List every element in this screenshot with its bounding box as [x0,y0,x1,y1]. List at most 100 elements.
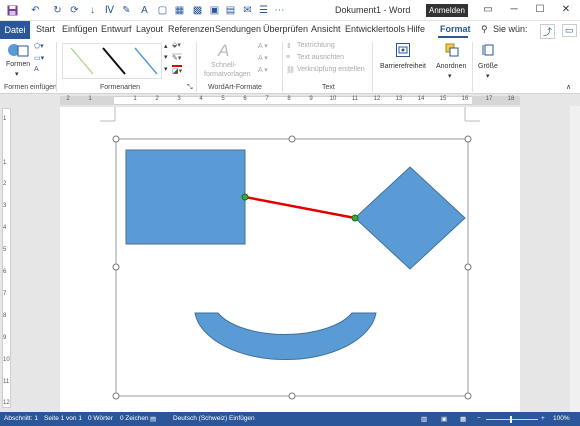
minimize-icon[interactable]: ─ [504,2,524,18]
table-icon[interactable]: ▦ [172,3,187,18]
vertical-ruler[interactable] [2,108,11,408]
zoom-out-icon[interactable]: − [477,415,481,422]
status-chars[interactable]: 0 Zeichen [120,415,149,422]
align-text-icon[interactable]: ≡ [286,54,290,61]
tab-review[interactable]: Überprüfen [263,24,308,34]
rectangle-shape[interactable] [125,149,246,245]
alt-text-icon[interactable] [396,43,410,57]
status-words[interactable]: 0 Wörter [88,415,113,422]
accessibility-button[interactable]: Barrierefreiheit [380,63,426,70]
share-icon[interactable]: ⤴ [540,24,556,39]
size-dropdown-icon[interactable]: ▾ [486,72,490,80]
drawing-canvas[interactable] [60,107,520,412]
arrow-down-icon[interactable]: ↓ [85,3,100,18]
shapes-dropdown-icon[interactable]: ▾ [15,70,19,78]
status-page[interactable]: Seite 1 von 1 [44,415,82,422]
quick-styles-icon[interactable]: A [218,41,240,61]
edit-shape-icon[interactable]: ⬠▾ [34,42,44,50]
grid-icon[interactable]: ▩ [190,3,205,18]
gallery-scroll-down[interactable]: ▾ [164,53,168,61]
text-outline-icon[interactable]: A ▾ [258,54,268,62]
refresh-icon[interactable]: ⟳ [67,3,82,18]
tab-view[interactable]: Ansicht [311,24,341,34]
zoom-level[interactable]: 100% [553,415,570,422]
gallery-more[interactable]: ▾ [164,65,168,73]
arrange-icon[interactable] [445,43,459,57]
image-icon[interactable]: ▣ [207,3,222,18]
align-text-button[interactable]: Text ausrichten [297,54,344,61]
draw-icon[interactable]: ✎ [119,3,134,18]
quick-styles-label-1[interactable]: Schnell- [211,62,236,69]
text-fill-icon[interactable]: A ▾ [258,42,268,50]
text-effects-icon[interactable]: A ▾ [258,66,268,74]
connector-handle-end[interactable] [351,214,359,222]
tab-design[interactable]: Entwurf [101,24,132,34]
document-page[interactable] [60,107,520,412]
email-icon[interactable]: ✉ [240,3,255,18]
signin-button[interactable]: Anmelden [426,4,468,17]
arrange-button[interactable]: Anordnen [436,63,466,70]
arrange-dropdown-icon[interactable]: ▾ [448,72,452,80]
comments-icon[interactable]: ▭ [562,24,577,37]
draw-textbox-icon[interactable]: A [34,66,39,73]
selection-handle[interactable] [288,392,296,400]
tab-layout[interactable]: Layout [136,24,163,34]
block-arc-shape[interactable] [194,312,377,361]
more-icon[interactable]: ⋯ [272,3,287,18]
size-button[interactable]: Größe [478,63,498,70]
status-language[interactable]: Deutsch (Schweiz) [173,415,227,422]
tab-start[interactable]: Start [36,24,55,34]
tab-help[interactable]: Hilfe [407,24,425,34]
tab-file[interactable]: Datei [0,21,30,39]
selection-handle[interactable] [464,263,472,271]
shape-outline-icon[interactable]: ✎▾ [172,54,181,62]
shapes-button[interactable]: Formen [6,61,30,68]
selection-handle[interactable] [464,392,472,400]
shape-effects-icon[interactable]: ◪▾ [172,67,182,75]
selection-handle[interactable] [112,135,120,143]
shapes-icon[interactable]: ▢ [155,3,170,18]
maximize-icon[interactable]: ☐ [530,2,550,18]
picture-icon[interactable]: ▤ [223,3,238,18]
shape-fill-icon[interactable]: ⬙▾ [172,41,181,49]
shape-styles-gallery[interactable] [62,43,162,79]
text-direction-icon[interactable]: ⇕ [286,42,292,50]
zoom-slider[interactable] [486,419,538,420]
selection-handle[interactable] [288,135,296,143]
redo-icon[interactable]: ↻ [50,3,65,18]
undo-icon[interactable]: ↶ [28,3,43,18]
tab-references[interactable]: Referenzen [168,24,215,34]
list-icon[interactable]: ☰ [256,3,271,18]
text-color-icon[interactable]: A [137,3,152,18]
size-icon[interactable] [482,43,496,57]
tab-developer[interactable]: Entwicklertools [345,24,405,34]
selection-handle[interactable] [112,392,120,400]
gallery-scroll-up[interactable]: ▴ [164,42,168,50]
status-section[interactable]: Abschnitt: 1 [4,415,38,422]
tab-format[interactable]: Format [440,24,471,34]
selection-handle[interactable] [112,263,120,271]
create-link-button[interactable]: Verknüpfung erstellen [297,66,365,73]
tab-mailings[interactable]: Sendungen [215,24,261,34]
create-link-icon[interactable]: ⛓ [286,66,295,74]
vertical-scrollbar[interactable] [570,106,580,412]
tab-insert[interactable]: Einfügen [62,24,98,34]
textbox-icon[interactable]: ▭▾ [34,54,44,62]
zoom-slider-thumb[interactable] [510,416,512,423]
close-icon[interactable]: ✕ [556,2,576,18]
zoom-in-icon[interactable]: + [541,415,545,422]
quick-styles-label-2[interactable]: formatvorlagen [204,71,251,78]
diamond-shape[interactable] [354,166,466,270]
status-mode[interactable]: Einfügen [229,415,255,422]
collapse-ribbon-icon[interactable]: ∧ [566,83,571,91]
dialog-launcher-icon[interactable]: ⤡ [187,84,193,92]
search-input[interactable]: Sie wün: [493,24,528,34]
connector-line[interactable] [244,195,356,220]
print-layout-icon[interactable]: ▣ [441,415,447,423]
proofing-icon[interactable]: ▤ [150,415,156,423]
ribbon-display-icon[interactable]: ▭ [478,2,498,18]
save-icon[interactable] [5,3,20,18]
read-mode-icon[interactable]: ▥ [421,415,427,423]
web-layout-icon[interactable]: ▦ [460,415,466,423]
selection-handle[interactable] [464,135,472,143]
